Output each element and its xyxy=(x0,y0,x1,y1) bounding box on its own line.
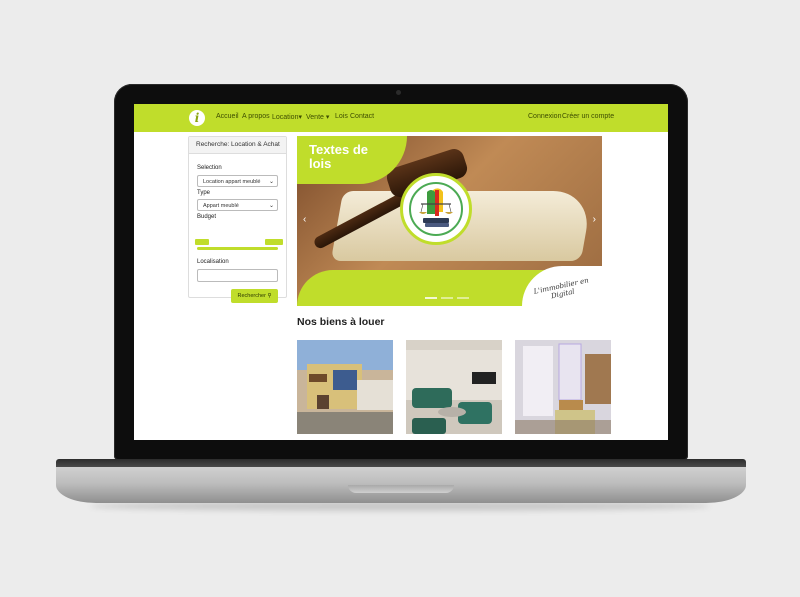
selection-value: Location appart meublé xyxy=(203,179,261,185)
chevron-down-icon: ▾ xyxy=(298,114,302,121)
keyboard-edge xyxy=(56,459,746,467)
carousel-prev-icon[interactable]: ‹ xyxy=(303,214,306,225)
trackpad-notch xyxy=(348,485,454,493)
carousel-indicator[interactable] xyxy=(457,297,469,299)
laptop-mockup: i Accueil A propos Location▾ Vente ▾ Loi… xyxy=(0,0,800,597)
building-photo xyxy=(297,340,393,434)
location-label: Localisation xyxy=(197,259,229,265)
nav-location[interactable]: Location▾ xyxy=(272,113,302,121)
chevron-down-icon: ▾ xyxy=(325,114,330,121)
search-button[interactable]: Rechercher ⚲ xyxy=(231,289,278,303)
property-card[interactable] xyxy=(406,340,502,434)
scales-icon xyxy=(419,188,453,227)
carousel-title: Textes de lois xyxy=(309,142,369,171)
nav-vente[interactable]: Vente ▾ xyxy=(306,113,329,121)
chevron-down-icon: ⌄ xyxy=(268,179,274,185)
scales-of-justice-icon xyxy=(400,173,472,245)
property-card[interactable] xyxy=(297,340,393,434)
nav-creer-compte[interactable]: Créer un compte xyxy=(562,113,614,120)
carousel-next-icon[interactable]: › xyxy=(593,214,596,225)
property-card[interactable] xyxy=(515,340,611,434)
budget-label: Budget xyxy=(197,214,217,220)
nav-lois[interactable]: Lois xyxy=(335,113,348,120)
laptop-base xyxy=(56,459,746,503)
nav-contact[interactable]: Contact xyxy=(350,113,374,120)
hero-carousel[interactable]: Textes de lois L'immobilier en Digital ‹… xyxy=(297,136,602,306)
nav-location-label: Location xyxy=(272,114,299,121)
nav-connexion[interactable]: Connexion xyxy=(528,113,561,120)
selection-select[interactable]: Location appart meublé ⌄ xyxy=(197,175,278,187)
camera-icon xyxy=(396,90,401,95)
location-input[interactable] xyxy=(197,269,278,282)
carousel-indicator[interactable] xyxy=(425,297,437,299)
navbar: i Accueil A propos Location▾ Vente ▾ Loi… xyxy=(134,104,668,132)
emblem-ring xyxy=(409,182,463,236)
laptop-lid: i Accueil A propos Location▾ Vente ▾ Loi… xyxy=(114,84,688,460)
nav-a-propos[interactable]: A propos xyxy=(242,113,270,120)
search-icon: ⚲ xyxy=(267,293,272,299)
chevron-down-icon: ⌄ xyxy=(268,203,274,209)
screen: i Accueil A propos Location▾ Vente ▾ Loi… xyxy=(134,104,668,440)
interior-photo xyxy=(515,340,611,434)
section-title: Nos biens à louer xyxy=(297,316,385,328)
carousel-indicator[interactable] xyxy=(441,297,453,299)
budget-slider[interactable] xyxy=(197,247,278,250)
type-value: Appart meublé xyxy=(203,203,239,209)
search-button-label: Rechercher xyxy=(237,293,266,299)
selection-label: Selection xyxy=(197,165,222,171)
living-room-photo xyxy=(406,340,502,434)
search-panel-title: Recherche: Location & Achat xyxy=(189,137,286,154)
logo[interactable]: i xyxy=(189,110,205,126)
budget-max-tag xyxy=(265,239,283,245)
type-label: Type xyxy=(197,190,211,196)
type-select[interactable]: Appart meublé ⌄ xyxy=(197,199,278,211)
search-panel: Recherche: Location & Achat Selection Lo… xyxy=(188,136,287,303)
nav-vente-label: Vente xyxy=(306,114,324,121)
nav-accueil[interactable]: Accueil xyxy=(216,113,239,120)
budget-min-tag xyxy=(195,239,209,245)
